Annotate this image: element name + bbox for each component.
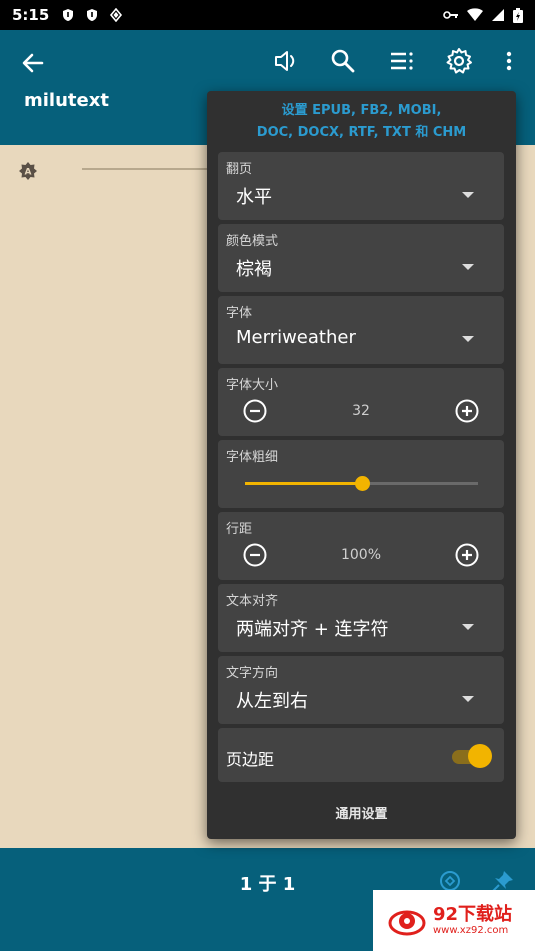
wifi-icon [467, 8, 483, 21]
font-label: 字体 [226, 306, 253, 321]
signal-icon [492, 9, 504, 21]
margins-label: 页边距 [226, 750, 275, 769]
reader-settings-popup: 设置 EPUB, FB2, MOBI, DOC, DOCX, RTF, TXT … [207, 91, 516, 839]
svg-text:A: A [25, 168, 32, 178]
font-value: Merriweather [236, 327, 356, 348]
font-size-stepper: 字体大小 32 [218, 368, 504, 436]
settings-gear-icon[interactable] [444, 46, 474, 76]
watermark-url: www.xz92.com [433, 924, 509, 936]
line-spacing-stepper: 行距 100% [218, 512, 504, 580]
page-turn-dropdown[interactable]: 翻页 水平 [218, 152, 504, 220]
shield-icon [63, 9, 74, 21]
font-weight-slider-fill [245, 482, 362, 485]
text-direction-dropdown[interactable]: 文字方向 从左到右 [218, 656, 504, 724]
color-mode-label: 颜色模式 [226, 234, 279, 249]
increase-font-size-icon[interactable] [454, 398, 480, 424]
search-icon[interactable] [328, 46, 358, 76]
dropdown-arrow-icon [462, 336, 474, 342]
font-weight-slider-thumb[interactable] [354, 476, 370, 491]
font-weight-label: 字体粗细 [226, 450, 279, 465]
site-logo-icon [388, 910, 426, 935]
popup-header: 设置 EPUB, FB2, MOBI, DOC, DOCX, RTF, TXT … [207, 91, 516, 151]
status-time: 5:15 [12, 6, 50, 24]
dropdown-arrow-icon [462, 696, 474, 702]
shield-alert-icon [87, 9, 98, 21]
margins-toggle-row[interactable]: 页边距 [218, 728, 504, 782]
watermark-name: 92下载站 [433, 903, 513, 925]
dropdown-arrow-icon [462, 624, 474, 630]
text-align-value: 两端对齐 + 连字符 [236, 619, 389, 640]
increase-line-spacing-icon[interactable] [454, 542, 480, 568]
text-align-dropdown[interactable]: 文本对齐 两端对齐 + 连字符 [218, 584, 504, 652]
font-weight-card: 字体粗细 [218, 440, 504, 508]
back-arrow-icon[interactable] [18, 48, 48, 78]
watermark-logo: 92下载站 www.xz92.com [373, 890, 535, 951]
table-of-contents-icon[interactable] [387, 46, 417, 76]
font-dropdown[interactable]: 字体 Merriweather [218, 296, 504, 364]
text-align-label: 文本对齐 [226, 594, 279, 609]
color-mode-value: 棕褐 [236, 259, 272, 280]
font-weight-slider[interactable] [245, 476, 478, 491]
brightness-slider[interactable] [82, 168, 222, 170]
margins-toggle-knob[interactable] [468, 744, 492, 768]
dropdown-arrow-icon [462, 264, 474, 270]
general-settings-link[interactable]: 通用设置 [207, 803, 516, 822]
vpn-key-icon [443, 11, 458, 19]
page-turn-value: 水平 [236, 187, 272, 208]
page-turn-label: 翻页 [226, 162, 253, 177]
status-bar: 5:15 [0, 0, 535, 30]
color-mode-dropdown[interactable]: 颜色模式 棕褐 [218, 224, 504, 292]
battery-icon [513, 7, 523, 23]
dropdown-arrow-icon [462, 192, 474, 198]
text-to-speech-icon[interactable] [271, 46, 301, 76]
text-direction-label: 文字方向 [226, 666, 279, 681]
popup-header-line1: 设置 EPUB, FB2, MOBI, [281, 103, 442, 118]
more-vert-icon[interactable] [494, 46, 524, 76]
font-size-label: 字体大小 [226, 378, 279, 393]
popup-header-line2: DOC, DOCX, RTF, TXT 和 CHM [256, 125, 467, 140]
auto-brightness-icon[interactable]: A [18, 161, 38, 181]
data-saver-icon [110, 8, 123, 22]
text-direction-value: 从左到右 [236, 691, 308, 712]
app-title: milutext [24, 90, 109, 111]
line-spacing-label: 行距 [226, 522, 253, 537]
